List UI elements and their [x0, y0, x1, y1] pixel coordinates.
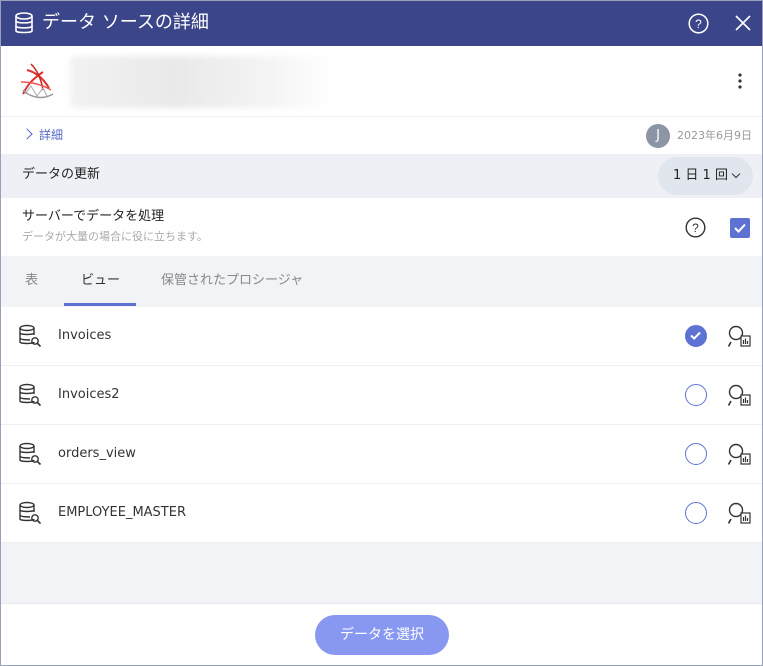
view-select-radio[interactable]	[685, 502, 707, 524]
preview-data-icon[interactable]	[727, 501, 751, 525]
help-icon[interactable]: ?	[688, 13, 709, 34]
view-name: Invoices	[58, 328, 112, 343]
view-select-radio[interactable]	[685, 384, 707, 406]
select-data-button[interactable]: データを選択	[315, 615, 449, 655]
tab-tables[interactable]: 表	[25, 272, 38, 290]
database-search-icon	[19, 442, 42, 466]
tab-views[interactable]: ビュー	[81, 272, 120, 290]
refresh-label: データの更新	[22, 167, 101, 182]
close-icon[interactable]	[734, 14, 752, 32]
source-name-redacted	[70, 56, 334, 108]
dialog-title: データ ソースの詳細	[42, 12, 209, 33]
details-row: 詳細 J 2023年6月9日	[1, 116, 762, 154]
checkmark-icon	[734, 223, 746, 233]
modified-date: 2023年6月9日	[677, 129, 752, 142]
list-item[interactable]: Invoices2	[1, 366, 762, 425]
server-processing-checkbox[interactable]	[730, 218, 750, 238]
preview-data-icon[interactable]	[727, 442, 751, 466]
details-toggle[interactable]: 詳細	[21, 127, 64, 143]
view-name: Invoices2	[58, 387, 120, 402]
database-search-icon	[19, 324, 42, 348]
title-bar: データ ソースの詳細 ?	[1, 1, 762, 46]
preview-data-icon[interactable]	[727, 324, 751, 348]
view-name: orders_view	[58, 446, 136, 461]
refresh-frequency-select[interactable]: 1 日 1 回	[658, 157, 753, 195]
list-item[interactable]: orders_view	[1, 425, 762, 484]
checkmark-icon	[690, 331, 701, 340]
tab-stored-procedures[interactable]: 保管されたプロシージャ	[161, 272, 303, 290]
svg-text:?: ?	[692, 221, 699, 235]
object-type-tabs: 表 ビュー 保管されたプロシージャ	[1, 256, 762, 307]
server-processing-row: サーバーでデータを処理 データが大量の場合に役に立ちます。 ?	[1, 198, 762, 256]
data-source-details-dialog: データ ソースの詳細 ? 詳細 J 2023年6月9日 データの更新 1 日 1…	[0, 0, 763, 666]
source-header	[1, 46, 762, 116]
data-refresh-row: データの更新 1 日 1 回	[1, 154, 762, 198]
database-icon	[15, 12, 33, 34]
active-tab-indicator	[64, 303, 136, 306]
sql-server-logo-icon	[20, 63, 54, 99]
views-list: Invoices Invoices2 orders_view EMPLOYEE_…	[1, 307, 762, 543]
list-empty-area	[1, 543, 762, 603]
database-search-icon	[19, 501, 42, 525]
list-item[interactable]: Invoices	[1, 307, 762, 366]
avatar: J	[646, 124, 670, 148]
help-icon[interactable]: ?	[685, 217, 706, 238]
list-item[interactable]: EMPLOYEE_MASTER	[1, 484, 762, 543]
refresh-frequency-value: 1 日 1 回	[673, 168, 728, 183]
svg-text:?: ?	[695, 17, 702, 31]
database-search-icon	[19, 383, 42, 407]
chevron-down-icon	[731, 169, 741, 179]
view-select-radio[interactable]	[685, 443, 707, 465]
server-processing-subtitle: データが大量の場合に役に立ちます。	[22, 230, 208, 243]
server-processing-title: サーバーでデータを処理	[22, 209, 165, 224]
dialog-footer: データを選択	[1, 603, 762, 665]
view-name: EMPLOYEE_MASTER	[58, 505, 186, 520]
preview-data-icon[interactable]	[727, 383, 751, 407]
view-select-radio[interactable]	[685, 325, 707, 347]
chevron-right-icon	[21, 128, 33, 140]
more-options-icon[interactable]	[731, 71, 749, 91]
details-label: 詳細	[39, 128, 64, 142]
